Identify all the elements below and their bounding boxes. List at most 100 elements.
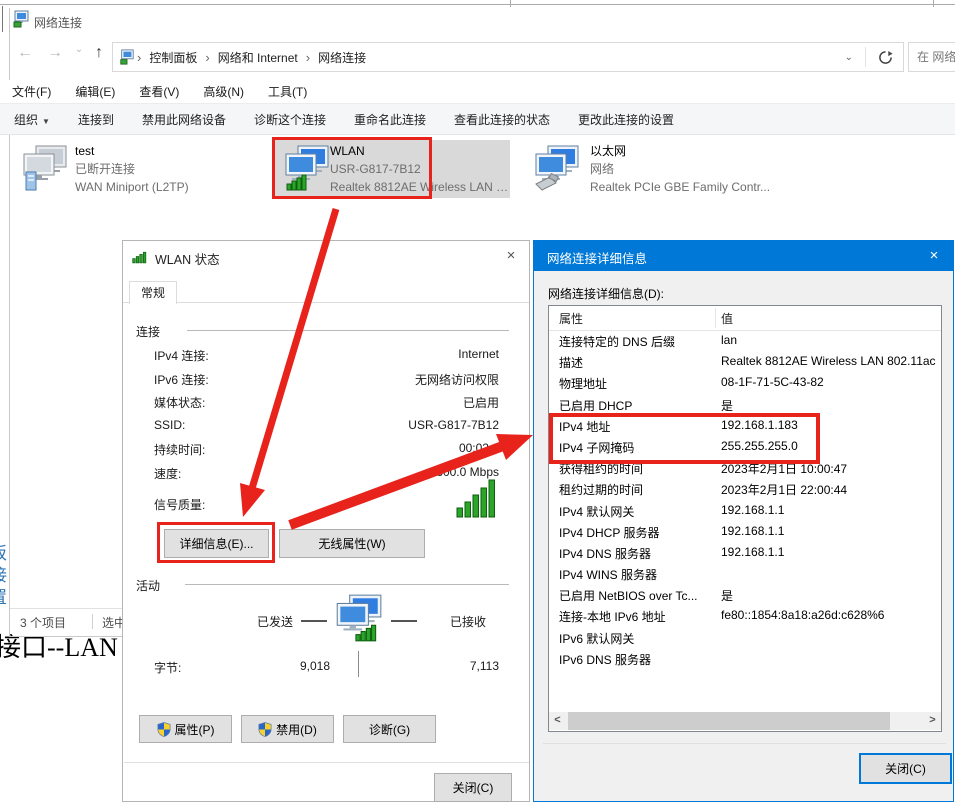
table-row[interactable]: 物理地址 08-1F-71-5C-43-82 xyxy=(549,373,941,394)
adapter-name: test xyxy=(75,142,189,160)
table-row[interactable]: 连接-本地 IPv6 地址 fe80::1854:8a18:a26d:c628%… xyxy=(549,606,941,627)
value-cell: lan xyxy=(721,333,737,347)
status-bar: 3 个项目 选中 xyxy=(0,612,128,636)
dialog-title: 网络连接详细信息 xyxy=(547,248,647,267)
close-icon[interactable]: × xyxy=(499,245,523,267)
scrollbar-thumb[interactable] xyxy=(568,712,890,730)
table-row[interactable]: IPv4 子网掩码 255.255.255.0 xyxy=(549,437,941,458)
network-connections-icon xyxy=(12,10,30,28)
breadcrumb-item[interactable]: 网络连接 xyxy=(312,49,372,66)
value-cell: 255.255.255.0 xyxy=(721,439,798,453)
adapter-device: WAN Miniport (L2TP) xyxy=(75,178,189,196)
breadcrumb: › 控制面板 › 网络和 Internet › 网络连接 xyxy=(135,49,372,66)
forward-button[interactable]: → xyxy=(44,44,66,62)
property-cell: IPv4 DHCP 服务器 xyxy=(559,524,659,541)
adapter-network: 网络 xyxy=(590,160,770,178)
status-row: 持续时间: 00:02:0 xyxy=(154,441,499,465)
refresh-icon[interactable] xyxy=(878,50,893,65)
bytes-received-value: 7,113 xyxy=(437,659,499,673)
table-row[interactable]: 已启用 NetBIOS over Tc... 是 xyxy=(549,585,941,606)
breadcrumb-item[interactable]: 网络和 Internet xyxy=(212,49,304,66)
command-toolbar: 组织▼ 连接到 禁用此网络设备 诊断这个连接 重命名此连接 查看此连接的状态 更… xyxy=(0,103,955,135)
table-row[interactable]: IPv6 DNS 服务器 xyxy=(549,649,941,670)
close-button[interactable]: 关闭(C) xyxy=(434,773,512,802)
footer-divider xyxy=(124,762,529,763)
menu-item[interactable]: 文件(F) xyxy=(0,83,63,100)
scrollbar-track[interactable] xyxy=(566,712,924,730)
table-row[interactable]: IPv4 DHCP 服务器 192.168.1.1 xyxy=(549,522,941,543)
close-icon[interactable]: × xyxy=(923,247,945,264)
breadcrumb-separator-icon: › xyxy=(135,50,143,65)
table-row[interactable]: IPv6 默认网关 xyxy=(549,628,941,649)
status-row: SSID: USR-G817-7B12 xyxy=(154,418,499,442)
divider xyxy=(865,47,866,67)
table-row[interactable]: 连接特定的 DNS 后缀 lan xyxy=(549,331,941,352)
value-cell: 192.168.1.1 xyxy=(721,524,784,538)
sent-label: 已发送 xyxy=(257,613,293,630)
scroll-left-icon[interactable]: < xyxy=(549,712,566,730)
scroll-right-icon[interactable]: > xyxy=(924,712,941,730)
address-bar[interactable]: › 控制面板 › 网络和 Internet › 网络连接 ⌄ xyxy=(112,42,904,72)
search-input[interactable]: 在 网络 xyxy=(908,42,955,72)
wifi-signal-icon xyxy=(132,249,149,264)
table-row[interactable]: IPv4 WINS 服务器 xyxy=(549,564,941,585)
table-row[interactable]: IPv4 DNS 服务器 192.168.1.1 xyxy=(549,543,941,564)
wifi-adapter-icon xyxy=(280,144,332,192)
table-row[interactable]: 描述 Realtek 8812AE Wireless LAN 802.11ac xyxy=(549,352,941,373)
table-row[interactable]: 已启用 DHCP 是 xyxy=(549,395,941,416)
menu-item[interactable]: 查看(V) xyxy=(127,83,191,100)
toolbar-button[interactable]: 诊断这个连接 xyxy=(240,111,340,128)
close-button[interactable]: 关闭(C) xyxy=(859,753,952,784)
group-connection-label: 连接 xyxy=(136,323,160,340)
table-row[interactable]: 租约过期的时间 2023年2月1日 22:00:44 xyxy=(549,479,941,500)
history-dropdown-icon[interactable]: ⌄ xyxy=(68,44,90,55)
signal-quality-bars-icon xyxy=(456,477,496,519)
up-button[interactable]: ↑ xyxy=(88,44,110,62)
details-table-body: 连接特定的 DNS 后缀 lan 描述 Realtek 8812AE Wirel… xyxy=(549,331,941,670)
property-cell: 连接特定的 DNS 后缀 xyxy=(559,333,675,350)
menu-item[interactable]: 工具(T) xyxy=(256,83,319,100)
property-cell: IPv4 子网掩码 xyxy=(559,439,634,456)
table-row[interactable]: IPv4 地址 192.168.1.183 xyxy=(549,416,941,437)
details-listview[interactable]: 属性 值 连接特定的 DNS 后缀 lan 描述 Realtek 8812AE … xyxy=(548,305,942,732)
toolbar-button[interactable]: 重命名此连接 xyxy=(340,111,440,128)
disable-button[interactable]: 禁用(D) xyxy=(241,715,334,743)
uac-shield-icon xyxy=(157,722,171,737)
menu-item[interactable]: 高级(N) xyxy=(191,83,256,100)
breadcrumb-item[interactable]: 控制面板 xyxy=(143,49,203,66)
divider xyxy=(301,620,327,622)
wlan-status-dialog: WLAN 状态 × 常规 连接 IPv4 连接: Internet IPv6 连… xyxy=(122,240,530,802)
address-dropdown-icon[interactable]: ⌄ xyxy=(835,52,863,63)
diagnose-button[interactable]: 诊断(G) xyxy=(343,715,436,743)
menu-item[interactable]: 编辑(E) xyxy=(63,83,127,100)
wlan-dialog-titlebar[interactable]: WLAN 状态 × xyxy=(123,241,529,272)
table-row[interactable]: IPv4 默认网关 192.168.1.1 xyxy=(549,501,941,522)
back-button[interactable]: ← xyxy=(14,44,36,62)
toolbar-button[interactable]: 禁用此网络设备 xyxy=(128,111,240,128)
column-value[interactable]: 值 xyxy=(721,310,733,327)
details-button[interactable]: 详细信息(E)... xyxy=(164,529,269,558)
groupbox-line xyxy=(187,330,509,331)
adapter-tile-wlan[interactable]: WLAN USR-G817-7B12 Realtek 8812AE Wirele… xyxy=(276,138,526,200)
property-cell: IPv4 DNS 服务器 xyxy=(559,545,651,562)
status-label: 持续时间: xyxy=(154,441,205,458)
tab-general[interactable]: 常规 xyxy=(129,281,177,304)
property-cell: 已启用 NetBIOS over Tc... xyxy=(559,587,697,604)
toolbar-button[interactable]: 查看此连接的状态 xyxy=(440,111,564,128)
table-row[interactable]: 获得租约的时间 2023年2月1日 10:00:47 xyxy=(549,458,941,479)
toolbar-button[interactable]: 连接到 xyxy=(64,111,128,128)
column-property[interactable]: 属性 xyxy=(559,310,583,327)
wireless-properties-button[interactable]: 无线属性(W) xyxy=(279,529,425,558)
status-value: Internet xyxy=(458,347,499,361)
toolbar-button[interactable]: 更改此连接的设置 xyxy=(564,111,688,128)
organize-button[interactable]: 组织▼ xyxy=(0,111,64,128)
properties-button[interactable]: 属性(P) xyxy=(139,715,232,743)
adapter-tile-ethernet[interactable]: 以太网 网络 Realtek PCIe GBE Family Contr... xyxy=(528,138,788,200)
doc-text-fragment: 板接置 xyxy=(0,543,8,611)
status-value: 已启用 xyxy=(463,394,499,411)
doc-table-tick xyxy=(510,0,511,7)
horizontal-scrollbar[interactable]: < > xyxy=(549,712,941,730)
adapter-tile-test[interactable]: test 已断开连接 WAN Miniport (L2TP) xyxy=(16,138,266,200)
connection-details-dialog: 网络连接详细信息 × 网络连接详细信息(D): 属性 值 连接特定的 DNS 后… xyxy=(533,240,954,802)
details-dialog-titlebar[interactable]: 网络连接详细信息 × xyxy=(534,241,953,271)
